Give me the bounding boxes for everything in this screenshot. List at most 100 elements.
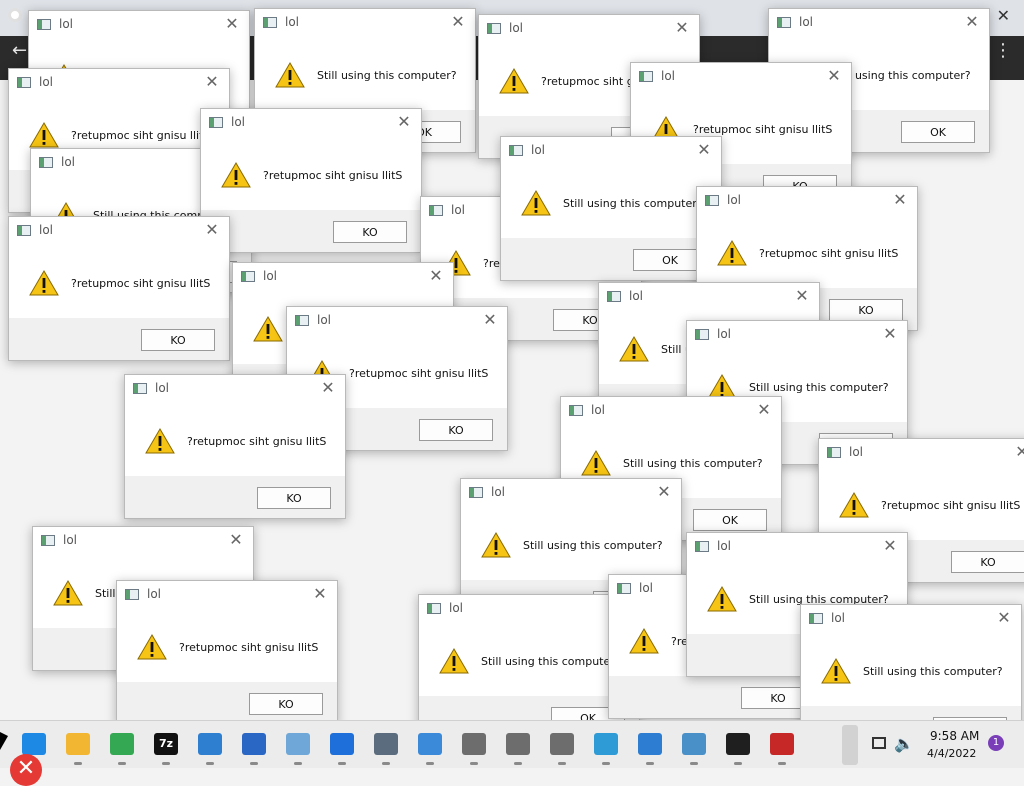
ok-button[interactable]: KO (419, 419, 493, 441)
dialog-message: Still using this computer? (523, 539, 663, 552)
dialog-titlebar[interactable]: lol✕ (687, 321, 907, 349)
close-icon[interactable]: ✕ (223, 14, 241, 33)
dialog-titlebar[interactable]: lol✕ (9, 69, 229, 97)
ok-button[interactable]: KO (257, 487, 331, 509)
globe-icon[interactable] (594, 733, 618, 755)
puzzle-icon[interactable] (638, 733, 662, 755)
dialog-titlebar[interactable]: lol✕ (687, 533, 907, 561)
control-panel-icon[interactable] (418, 733, 442, 755)
close-icon[interactable]: ✕ (881, 324, 899, 343)
dialog-titlebar[interactable]: lol✕ (33, 527, 253, 555)
active-app-icon[interactable] (330, 733, 354, 755)
network-icon[interactable] (872, 737, 886, 749)
toolbox-icon[interactable] (770, 733, 794, 755)
chrome-icon[interactable] (110, 733, 134, 755)
notification-badge[interactable]: 1 (988, 735, 1004, 751)
ok-button[interactable]: KO (333, 221, 407, 243)
close-icon[interactable]: ✕ (695, 140, 713, 159)
close-icon[interactable]: ✕ (891, 190, 909, 209)
app-window-icon (241, 271, 255, 282)
file-explorer-icon[interactable] (66, 733, 90, 755)
dialog-titlebar[interactable]: lol✕ (801, 605, 1021, 633)
warning-icon (707, 585, 737, 613)
close-icon[interactable]: ✕ (825, 66, 843, 85)
dialog-titlebar[interactable]: lol✕ (201, 109, 421, 137)
paint-icon[interactable] (286, 733, 310, 755)
close-icon[interactable]: ✕ (203, 72, 221, 91)
message-dialog[interactable]: lol ✕ ?retupmoc siht gnisu llitS KO (124, 374, 346, 519)
ok-button[interactable]: KO (829, 299, 903, 321)
kebab-menu-icon[interactable]: ⋮ (994, 40, 1012, 61)
dialog-titlebar[interactable]: lol✕ (479, 15, 699, 43)
clock-time[interactable]: 9:58 AM (930, 729, 979, 743)
image-viewer-icon[interactable] (242, 733, 266, 755)
back-arrow-icon[interactable]: ← (12, 40, 27, 61)
close-icon[interactable]: ✕ (395, 112, 413, 131)
close-icon[interactable]: ✕ (1013, 442, 1024, 461)
dialog-titlebar[interactable]: lol✕ (599, 283, 819, 311)
dialog-titlebar[interactable]: lol✕ (461, 479, 681, 507)
mouse-cursor-icon (0, 732, 8, 750)
dialog-titlebar[interactable]: lol✕ (769, 9, 989, 37)
message-dialog[interactable]: lol ✕ ?retupmoc siht gnisu llitS KO (8, 216, 230, 361)
running-indicator (514, 762, 522, 765)
app-window-icon (569, 405, 583, 416)
dialog-titlebar[interactable]: lol✕ (819, 439, 1024, 467)
dialog-titlebar[interactable]: lol ✕ (233, 263, 453, 291)
close-icon[interactable]: ✕ (793, 286, 811, 305)
warning-icon (499, 67, 529, 95)
ok-button[interactable]: OK (693, 509, 767, 531)
windows-start-icon[interactable] (22, 733, 46, 755)
close-icon[interactable]: ✕ (227, 530, 245, 549)
close-icon[interactable]: ✕ (427, 266, 445, 285)
close-icon[interactable]: ✕ (755, 400, 773, 419)
close-icon[interactable]: ✕ (655, 482, 673, 501)
network-computer-icon[interactable] (506, 733, 530, 755)
dialog-titlebar[interactable]: lol✕ (561, 397, 781, 425)
ok-button[interactable]: KO (951, 551, 1024, 573)
message-dialog[interactable]: lol✕Still using this computer?OK (500, 136, 722, 281)
dialog-titlebar[interactable]: lol✕ (697, 187, 917, 215)
dialog-titlebar[interactable]: lol✕ (419, 595, 639, 623)
close-icon[interactable]: ✕ (995, 608, 1013, 627)
dialog-titlebar[interactable]: lol✕ (501, 137, 721, 165)
close-icon[interactable]: ✕ (963, 12, 981, 31)
terminal-icon[interactable] (726, 733, 750, 755)
close-icon[interactable]: ✕ (673, 18, 691, 37)
ok-button[interactable]: OK (901, 121, 975, 143)
dialog-titlebar[interactable]: lol✕ (29, 11, 249, 39)
message-dialog[interactable]: lol✕Still using this computer?OK (418, 594, 640, 739)
dialog-titlebar[interactable]: lol✕ (287, 307, 507, 335)
dialog-message: ?retupmoc siht gnisu llitS (179, 641, 319, 654)
running-indicator (778, 762, 786, 765)
performance-monitor-icon[interactable] (682, 733, 706, 755)
message-dialog[interactable]: lol ✕ ?retupmoc siht gnisu llitS KO (116, 580, 338, 725)
close-icon[interactable]: ✕ (449, 12, 467, 31)
ok-button[interactable]: KO (249, 693, 323, 715)
warning-icon (521, 189, 551, 217)
network-computer-icon[interactable] (462, 733, 486, 755)
app-window-icon (777, 17, 791, 28)
tray-overflow-handle[interactable] (842, 725, 858, 765)
message-dialog[interactable]: lol ✕ ?retupmoc siht gnisu llitS KO (200, 108, 422, 253)
dialog-titlebar[interactable]: lol✕ (255, 9, 475, 37)
browser-close-icon[interactable]: ✕ (997, 6, 1010, 25)
7zip-icon[interactable]: 7z (154, 733, 178, 755)
clock-date[interactable]: 4/4/2022 (927, 747, 976, 760)
ok-button[interactable]: KO (141, 329, 215, 351)
dialog-titlebar[interactable]: lol✕ (9, 217, 229, 245)
close-icon[interactable]: ✕ (481, 310, 499, 329)
dialog-titlebar[interactable]: lol✕ (125, 375, 345, 403)
calculator-icon[interactable] (374, 733, 398, 755)
volume-icon[interactable]: 🔈 (894, 734, 914, 753)
network-computer-icon[interactable] (550, 733, 574, 755)
dialog-title: lol (263, 269, 278, 283)
close-icon[interactable]: ✕ (319, 378, 337, 397)
close-icon[interactable]: ✕ (203, 220, 221, 239)
close-icon[interactable]: ✕ (881, 536, 899, 555)
close-icon[interactable]: ✕ (311, 584, 329, 603)
running-indicator (558, 762, 566, 765)
dialog-titlebar[interactable]: lol✕ (117, 581, 337, 609)
notepad-icon[interactable] (198, 733, 222, 755)
dialog-titlebar[interactable]: lol✕ (631, 63, 851, 91)
